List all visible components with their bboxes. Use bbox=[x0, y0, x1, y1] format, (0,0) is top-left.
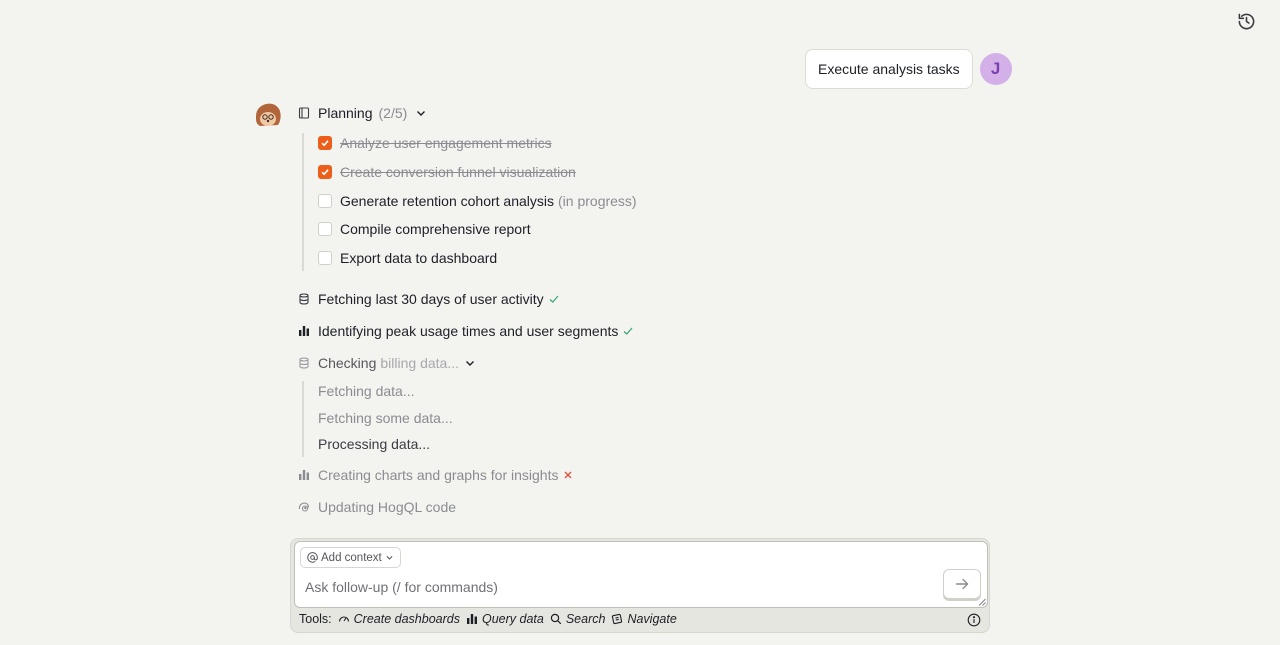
planning-progress: (2/5) bbox=[378, 105, 408, 121]
dashboard-icon bbox=[338, 616, 349, 622]
checkbox-unchecked[interactable] bbox=[318, 194, 332, 208]
history-icon bbox=[1238, 13, 1254, 29]
planning-label: Planning bbox=[318, 105, 373, 121]
user-message: Execute analysis tasks J bbox=[805, 49, 1012, 89]
checkbox-unchecked[interactable] bbox=[318, 251, 332, 265]
at-icon bbox=[307, 552, 318, 563]
add-context-label: Add context bbox=[321, 551, 382, 564]
checking-thread-line bbox=[302, 381, 304, 457]
step-fetching: Fetching last 30 days of user activity bbox=[298, 290, 560, 308]
database-icon bbox=[298, 293, 310, 305]
step-text: Fetching last 30 days of user activity bbox=[318, 291, 544, 307]
checkbox-checked[interactable] bbox=[318, 165, 332, 179]
navigate-icon bbox=[612, 613, 623, 625]
arrow-right-icon bbox=[955, 578, 969, 590]
tool-label: Navigate bbox=[627, 612, 677, 626]
hedgehog-icon bbox=[298, 501, 310, 513]
todo-text: Generate retention cohort analysis bbox=[340, 193, 555, 209]
chevron-down-icon bbox=[385, 553, 394, 562]
notebook-icon bbox=[298, 107, 310, 119]
todo-item: Generate retention cohort analysis (in p… bbox=[318, 193, 637, 209]
tools-label: Tools: bbox=[299, 612, 332, 626]
step-checking-toggle[interactable]: Checking billing data... bbox=[298, 354, 476, 372]
todo-note: (in progress) bbox=[558, 193, 637, 209]
checkbox-checked[interactable] bbox=[318, 136, 332, 150]
substep-item: Fetching data... bbox=[318, 383, 415, 399]
substep-item: Fetching some data... bbox=[318, 410, 453, 426]
todo-item: Analyze user engagement metrics bbox=[318, 135, 552, 151]
prompt-input[interactable] bbox=[305, 577, 925, 597]
history-button[interactable] bbox=[1236, 11, 1256, 31]
step-hogql: Updating HogQL code bbox=[298, 498, 456, 516]
todo-text: Export data to dashboard bbox=[340, 250, 498, 266]
tools-row: Tools: Create dashboards Query data Sear… bbox=[299, 612, 677, 626]
assistant-avatar bbox=[252, 99, 284, 131]
tool-navigate[interactable]: Navigate bbox=[611, 612, 677, 626]
planning-toggle[interactable]: Planning (2/5) bbox=[298, 104, 427, 122]
tool-create-dashboards[interactable]: Create dashboards bbox=[338, 612, 460, 626]
chevron-down-icon bbox=[415, 107, 427, 119]
step-text: Identifying peak usage times and user se… bbox=[318, 323, 619, 339]
tool-label: Create dashboards bbox=[353, 612, 460, 626]
bar-chart-icon bbox=[466, 614, 477, 624]
todo-text: Create conversion funnel visualization bbox=[340, 164, 576, 180]
substep-item: Processing data... bbox=[318, 436, 431, 452]
tool-search[interactable]: Search bbox=[550, 612, 606, 626]
step-text: Checking bbox=[318, 355, 377, 371]
step-detail: billing data... bbox=[380, 355, 459, 371]
todo-text: Compile comprehensive report bbox=[340, 221, 531, 237]
bar-chart-icon bbox=[298, 325, 310, 337]
search-icon bbox=[550, 613, 562, 625]
send-button[interactable] bbox=[943, 569, 981, 599]
add-context-button[interactable]: Add context bbox=[300, 547, 401, 568]
tool-label: Query data bbox=[481, 612, 544, 626]
step-text: Updating HogQL code bbox=[318, 499, 457, 515]
step-identifying: Identifying peak usage times and user se… bbox=[298, 322, 634, 340]
step-text: Creating charts and graphs for insights bbox=[318, 467, 559, 483]
user-message-bubble: Execute analysis tasks bbox=[805, 49, 973, 89]
check-icon bbox=[548, 293, 560, 305]
chevron-down-icon bbox=[464, 357, 476, 369]
database-icon bbox=[298, 357, 310, 369]
planning-thread-line bbox=[302, 133, 304, 271]
todo-item: Compile comprehensive report bbox=[318, 221, 531, 237]
composer-input-box: Add context bbox=[294, 541, 988, 608]
bar-chart-icon bbox=[298, 469, 310, 481]
step-charts: Creating charts and graphs for insights bbox=[298, 466, 574, 484]
resize-handle[interactable] bbox=[978, 598, 986, 606]
todo-text: Analyze user engagement metrics bbox=[340, 135, 552, 151]
x-icon bbox=[562, 469, 574, 481]
info-icon[interactable] bbox=[967, 613, 981, 627]
composer: Add context Tools: Create dashboards Que… bbox=[290, 538, 990, 633]
todo-item: Export data to dashboard bbox=[318, 250, 497, 266]
tool-label: Search bbox=[565, 612, 606, 626]
user-avatar: J bbox=[979, 53, 1012, 85]
tool-query-data[interactable]: Query data bbox=[466, 612, 544, 626]
checkbox-unchecked[interactable] bbox=[318, 222, 332, 236]
check-icon bbox=[622, 325, 634, 337]
todo-item: Create conversion funnel visualization bbox=[318, 164, 576, 180]
